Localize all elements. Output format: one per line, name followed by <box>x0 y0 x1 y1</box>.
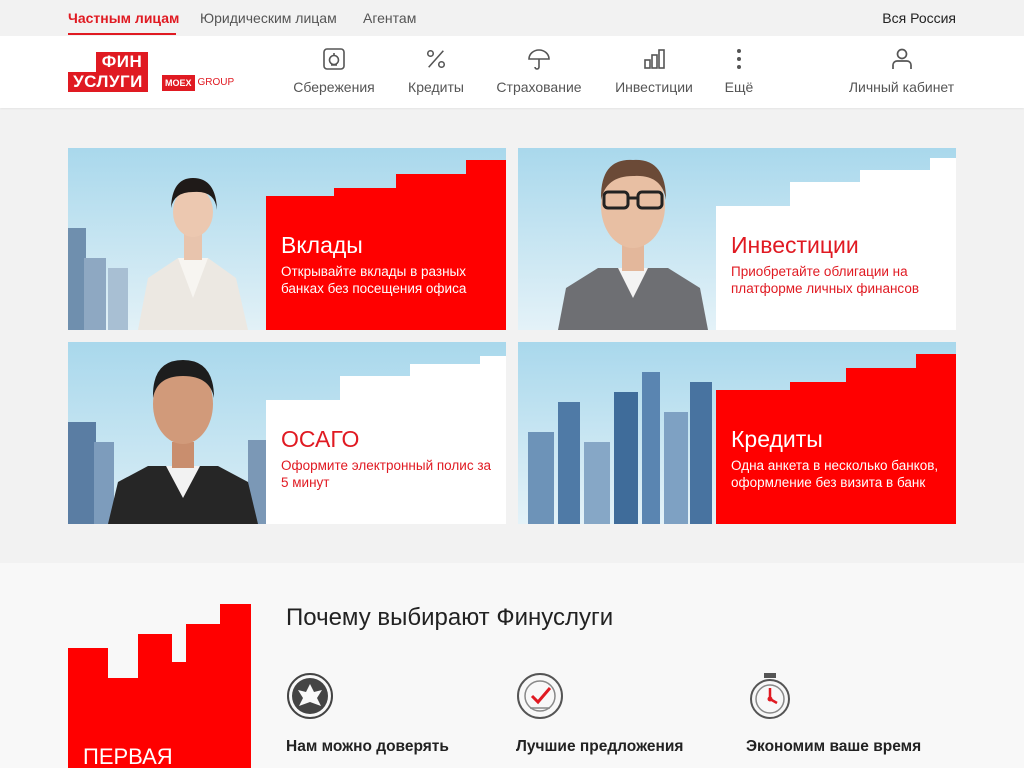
nav-more[interactable]: Ещё <box>724 46 754 98</box>
nav-account[interactable]: Личный кабинет <box>847 46 956 98</box>
tab-agents[interactable]: Агентам <box>363 10 416 26</box>
moex-label: MOEX <box>162 75 195 91</box>
feature-trust: Нам можно доверять <box>286 672 486 756</box>
group-label: GROUP <box>197 77 235 88</box>
nav-investments[interactable]: Инвестиции <box>614 46 694 98</box>
credits-text: Одна анкета в несколько банков, оформлен… <box>731 458 939 490</box>
region-selector[interactable]: Вся Россия <box>882 10 956 26</box>
osago-title: ОСАГО <box>281 426 360 452</box>
why-title: Почему выбирают Финуслуги <box>286 604 614 631</box>
nav-more-label: Ещё <box>724 79 754 95</box>
feature-time-label: Экономим ваше время <box>746 738 922 755</box>
checkmark-badge-icon <box>516 672 564 720</box>
stopwatch-icon <box>746 672 794 720</box>
logo-bottom: УСЛУГИ <box>68 72 148 92</box>
logo-top: ФИН <box>96 52 148 72</box>
bar-chart-icon <box>641 46 667 72</box>
moex-group-logo: MOEX GROUP <box>162 74 234 92</box>
central-bank-eagle-icon <box>286 672 334 720</box>
feature-best: Лучшие предложения <box>516 672 716 756</box>
deposits-text: Открывайте вклады в разных банках без по… <box>281 264 467 296</box>
promo-card-osago[interactable]: ОСАГО Оформите электронный полис за 5 ми… <box>68 342 506 524</box>
nav-credits-label: Кредиты <box>408 79 464 95</box>
savings-icon <box>321 46 347 72</box>
tab-individuals[interactable]: Частным лицам <box>68 10 179 26</box>
osago-text: Оформите электронный полис за 5 минут <box>281 458 492 490</box>
nav-insurance[interactable]: Страхование <box>496 46 582 98</box>
percent-icon <box>423 46 449 72</box>
nav-investments-label: Инвестиции <box>615 79 693 95</box>
investments-title: Инвестиции <box>731 232 859 258</box>
finuslugi-logo[interactable]: ФИН УСЛУГИ <box>68 52 148 92</box>
nav-credits[interactable]: Кредиты <box>406 46 466 98</box>
active-tab-indicator <box>68 33 176 35</box>
user-icon <box>889 46 915 72</box>
deposits-title: Вклады <box>281 232 363 258</box>
nav-insurance-label: Страхование <box>496 79 582 95</box>
feature-time: Экономим ваше время <box>746 672 946 756</box>
promo-card-credits[interactable]: Кредиты Одна анкета в несколько банков, … <box>518 342 956 524</box>
tab-legal-entities[interactable]: Юридическим лицам <box>200 10 337 26</box>
nav-savings-label: Сбережения <box>293 79 375 95</box>
investments-text: Приобретайте облигации на платформе личн… <box>731 264 920 296</box>
credits-title: Кредиты <box>731 426 823 452</box>
nav-account-label: Личный кабинет <box>848 79 955 95</box>
umbrella-icon <box>526 46 552 72</box>
more-dots-icon <box>726 46 752 72</box>
nav-savings[interactable]: Сбережения <box>293 46 375 98</box>
promo-card-deposits[interactable]: Вклады Открывайте вклады в разных банках… <box>68 148 506 330</box>
promo-card-investments[interactable]: Инвестиции Приобретайте облигации на пла… <box>518 148 956 330</box>
feature-best-label: Лучшие предложения <box>516 738 684 755</box>
feature-trust-label: Нам можно доверять <box>286 738 449 755</box>
first-label: ПЕРВАЯ <box>83 744 173 768</box>
main-header: ФИН УСЛУГИ MOEX GROUP Сбережения Кредиты <box>0 36 1024 108</box>
